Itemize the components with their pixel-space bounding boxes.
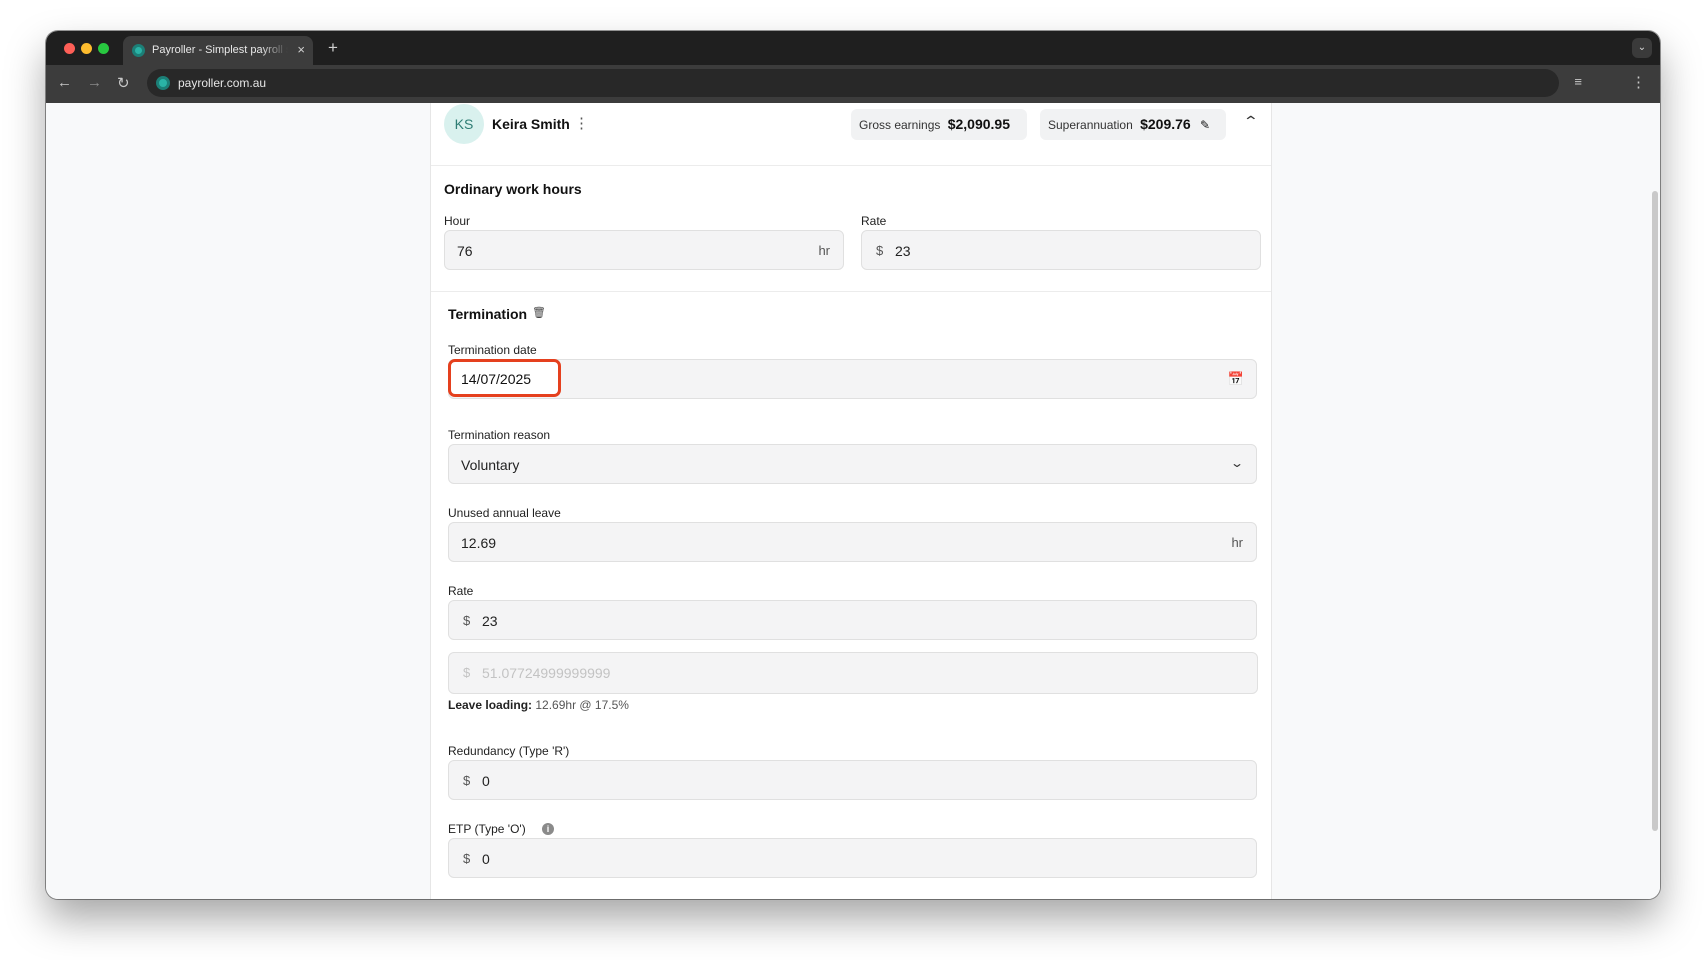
url-text[interactable]: payroller.com.au	[178, 76, 266, 90]
unused-leave-label: Unused annual leave	[448, 506, 561, 520]
termination-title: Termination	[448, 306, 528, 322]
termination-date-value: 14/07/2025	[461, 371, 532, 387]
redundancy-currency: $	[463, 773, 471, 788]
etp-currency: $	[463, 851, 471, 866]
calendar-icon[interactable]: 📅	[1228, 371, 1244, 387]
forward-arrow-icon[interactable]: →	[87, 74, 102, 91]
termination-reason-select[interactable]: Voluntary ⌄	[448, 444, 1257, 484]
delete-trash-icon[interactable]: 🗑	[532, 306, 546, 319]
leave-loading-amount: 51.07724999999999	[482, 665, 611, 681]
maximize-window-button[interactable]	[98, 43, 109, 54]
gross-earnings-label: Gross earnings	[859, 118, 941, 132]
termination-date-input[interactable]: 📅	[448, 359, 1257, 399]
redundancy-value: 0	[482, 773, 490, 789]
ordinary-rate-label: Rate	[861, 214, 887, 228]
employee-header: KS Keira Smith ⋮ Gross earnings $2,090.9…	[431, 103, 1271, 166]
leave-loading-info: Leave loading: 12.69hr @ 17.5%	[448, 698, 629, 712]
employee-name: Keira Smith	[492, 116, 570, 132]
termination-reason-value: Voluntary	[461, 457, 520, 473]
payroller-favicon-icon	[132, 44, 145, 57]
termination-rate-currency: $	[463, 613, 471, 628]
media-controls-icon[interactable]: ≡	[1574, 74, 1582, 89]
termination-rate-label: Rate	[448, 584, 474, 598]
employee-menu-icon[interactable]: ⋮	[574, 114, 589, 132]
termination-date-highlight[interactable]: 14/07/2025	[448, 359, 561, 397]
new-tab-button[interactable]: +	[328, 38, 338, 58]
avatar: KS	[444, 104, 484, 144]
leave-loading-amount-input: $ 51.07724999999999	[448, 652, 1258, 694]
termination-rate-input[interactable]: $ 23	[448, 600, 1257, 640]
more-vert-icon[interactable]: ⋮	[1631, 73, 1646, 91]
edit-pencil-icon[interactable]: ✎	[1200, 118, 1210, 132]
minimize-window-button[interactable]	[81, 43, 92, 54]
hour-unit: hr	[818, 243, 830, 258]
back-arrow-icon[interactable]: ←	[57, 74, 72, 91]
tab-search-chevron-icon[interactable]: ⌄	[1632, 38, 1652, 58]
termination-rate-value: 23	[482, 613, 498, 629]
superannuation-label: Superannuation	[1048, 118, 1133, 132]
redundancy-input[interactable]: $ 0	[448, 760, 1257, 800]
hour-input[interactable]: 76 hr	[444, 230, 844, 270]
tab-close-icon[interactable]: ×	[297, 42, 305, 57]
termination-reason-label: Termination reason	[448, 428, 551, 442]
ordinary-rate-input[interactable]: $ 23	[861, 230, 1261, 270]
termination-date-label: Termination date	[448, 343, 537, 357]
leave-loading-label: Leave loading:	[448, 698, 533, 712]
gross-earnings-value: $2,090.95	[947, 116, 1011, 132]
tab-strip: Payroller - Simplest payroll software × …	[46, 31, 1660, 65]
reload-icon[interactable]: ↻	[117, 74, 130, 92]
tab-title: Payroller - Simplest payroll software	[152, 44, 288, 56]
unused-leave-unit: hr	[1231, 535, 1243, 550]
hour-value: 76	[457, 243, 473, 259]
address-bar[interactable]: payroller.com.au	[147, 69, 1559, 97]
superannuation-badge[interactable]: Superannuation $209.76 ✎	[1040, 109, 1226, 140]
ordinary-hours-title: Ordinary work hours	[444, 181, 582, 197]
redundancy-label: Redundancy (Type 'R')	[448, 744, 570, 758]
hour-label: Hour	[444, 214, 471, 228]
unused-leave-value: 12.69	[461, 535, 497, 551]
chevron-down-icon: ⌄	[1229, 456, 1245, 470]
gross-earnings-badge: Gross earnings $2,090.95	[851, 109, 1027, 140]
browser-tab[interactable]: Payroller - Simplest payroll software ×	[123, 36, 313, 65]
section-divider	[431, 291, 1271, 292]
superannuation-value: $209.76	[1140, 116, 1191, 132]
page-scrollbar[interactable]	[1652, 191, 1658, 831]
page-content: KS Keira Smith ⋮ Gross earnings $2,090.9…	[46, 103, 1660, 899]
info-icon[interactable]: i	[542, 823, 554, 835]
ordinary-rate-value: 23	[895, 243, 911, 259]
browser-window: Payroller - Simplest payroll software × …	[46, 31, 1660, 899]
leave-loading-currency: $	[463, 665, 471, 680]
close-window-button[interactable]	[64, 43, 75, 54]
ordinary-rate-currency: $	[876, 243, 884, 258]
browser-toolbar: ← → ↻ payroller.com.au ≡ ⋮	[46, 65, 1660, 103]
etp-label: ETP (Type 'O')	[448, 822, 526, 836]
etp-input[interactable]: $ 0	[448, 838, 1257, 878]
employee-pay-card: KS Keira Smith ⋮ Gross earnings $2,090.9…	[430, 103, 1272, 899]
etp-value: 0	[482, 851, 490, 867]
collapse-chevron-up-icon[interactable]: ⌃	[1243, 113, 1259, 130]
site-info-icon[interactable]	[156, 76, 170, 90]
leave-loading-detail: 12.69hr @ 17.5%	[535, 698, 629, 712]
unused-leave-input[interactable]: 12.69 hr	[448, 522, 1257, 562]
